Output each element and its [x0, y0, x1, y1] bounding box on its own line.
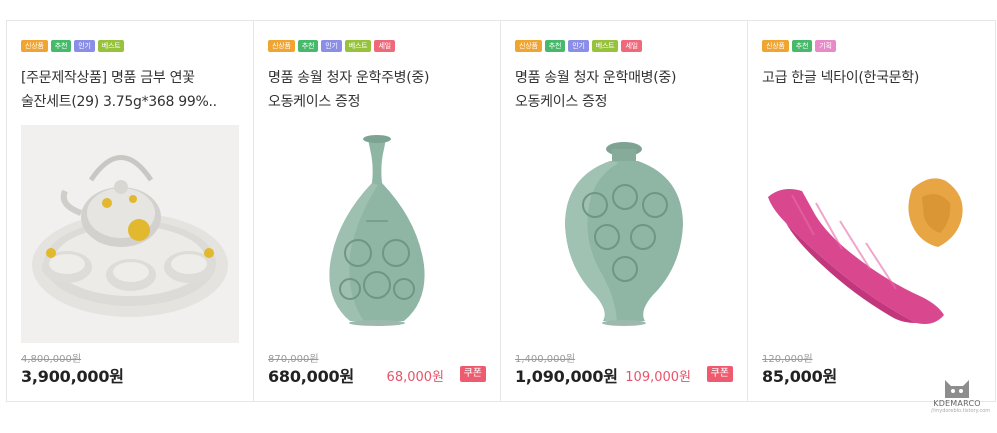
coupon-discount-price: 68,000원 — [386, 370, 444, 385]
badge-list: 신상품 추천 기획 — [762, 40, 836, 52]
sale-price: 85,000원 — [762, 367, 838, 386]
product-card[interactable]: 신상품 추천 인기 베스트 세일 명품 송월 청자 운학매병(중)오동케이스 증… — [501, 21, 748, 401]
badge-recommend: 추천 — [544, 40, 566, 52]
product-title[interactable]: 명품 송월 청자 운학매병(중)오동케이스 증정 — [515, 66, 737, 114]
product-title[interactable]: 명품 송월 청자 운학주병(중)오동케이스 증정 — [268, 66, 490, 114]
silver-tea-set-image[interactable] — [21, 125, 239, 343]
product-card[interactable]: 신상품 추천 인기 베스트 [주문제작상품] 명품 금부 연꽃 술잔세트(29)… — [7, 21, 254, 401]
badge-sale: 세일 — [374, 40, 395, 52]
celadon-bottle-vase-image[interactable] — [268, 125, 486, 343]
coupon-discount-price: 109,000원 — [625, 370, 691, 385]
sale-price: 680,000원 — [268, 367, 354, 386]
coupon-badge[interactable]: 쿠폰 — [706, 366, 733, 382]
badge-planned: 기획 — [815, 40, 836, 52]
pink-necktie-image[interactable] — [762, 125, 980, 343]
coupon-badge[interactable]: 쿠폰 — [459, 366, 486, 382]
badge-sale: 세일 — [621, 40, 642, 52]
product-card[interactable]: 신상품 추천 기획 고급 한글 넥타이(한국문학) 120,000원 85,00… — [748, 21, 995, 401]
badge-popular: 인기 — [321, 40, 342, 52]
badge-best: 베스트 — [344, 40, 372, 52]
sale-price: 1,090,000원 — [515, 367, 618, 386]
badge-recommend: 추천 — [791, 40, 813, 52]
badge-list: 신상품 추천 인기 베스트 세일 — [515, 40, 642, 52]
product-grid: 신상품 추천 인기 베스트 [주문제작상품] 명품 금부 연꽃 술잔세트(29)… — [6, 20, 996, 402]
cat-icon — [945, 380, 969, 398]
sale-price: 3,900,000원 — [21, 367, 124, 386]
celadon-maebyeong-vase-image[interactable] — [515, 125, 733, 343]
badge-best: 베스트 — [591, 40, 619, 52]
badge-popular: 인기 — [568, 40, 589, 52]
badge-best: 베스트 — [97, 40, 125, 52]
watermark-brand: KDEMARCO — [933, 399, 981, 408]
badge-popular: 인기 — [74, 40, 95, 52]
badge-new: 신상품 — [268, 40, 295, 52]
badge-new: 신상품 — [762, 40, 789, 52]
product-title[interactable]: 고급 한글 넥타이(한국문학) — [762, 66, 984, 90]
badge-new: 신상품 — [515, 40, 542, 52]
product-title[interactable]: [주문제작상품] 명품 금부 연꽃 술잔세트(29) 3.75g*368 99%… — [21, 66, 243, 114]
badge-recommend: 추천 — [297, 40, 319, 52]
badge-recommend: 추천 — [50, 40, 72, 52]
watermark-url: //mydoreblo.tistory.com — [931, 408, 991, 414]
product-card[interactable]: 신상품 추천 인기 베스트 세일 명품 송월 청자 운학주병(중)오동케이스 증… — [254, 21, 501, 401]
badge-list: 신상품 추천 인기 베스트 — [21, 40, 125, 52]
watermark: KDEMARCO //mydoreblo.tistory.com — [931, 376, 991, 414]
badge-list: 신상품 추천 인기 베스트 세일 — [268, 40, 395, 52]
badge-new: 신상품 — [21, 40, 48, 52]
